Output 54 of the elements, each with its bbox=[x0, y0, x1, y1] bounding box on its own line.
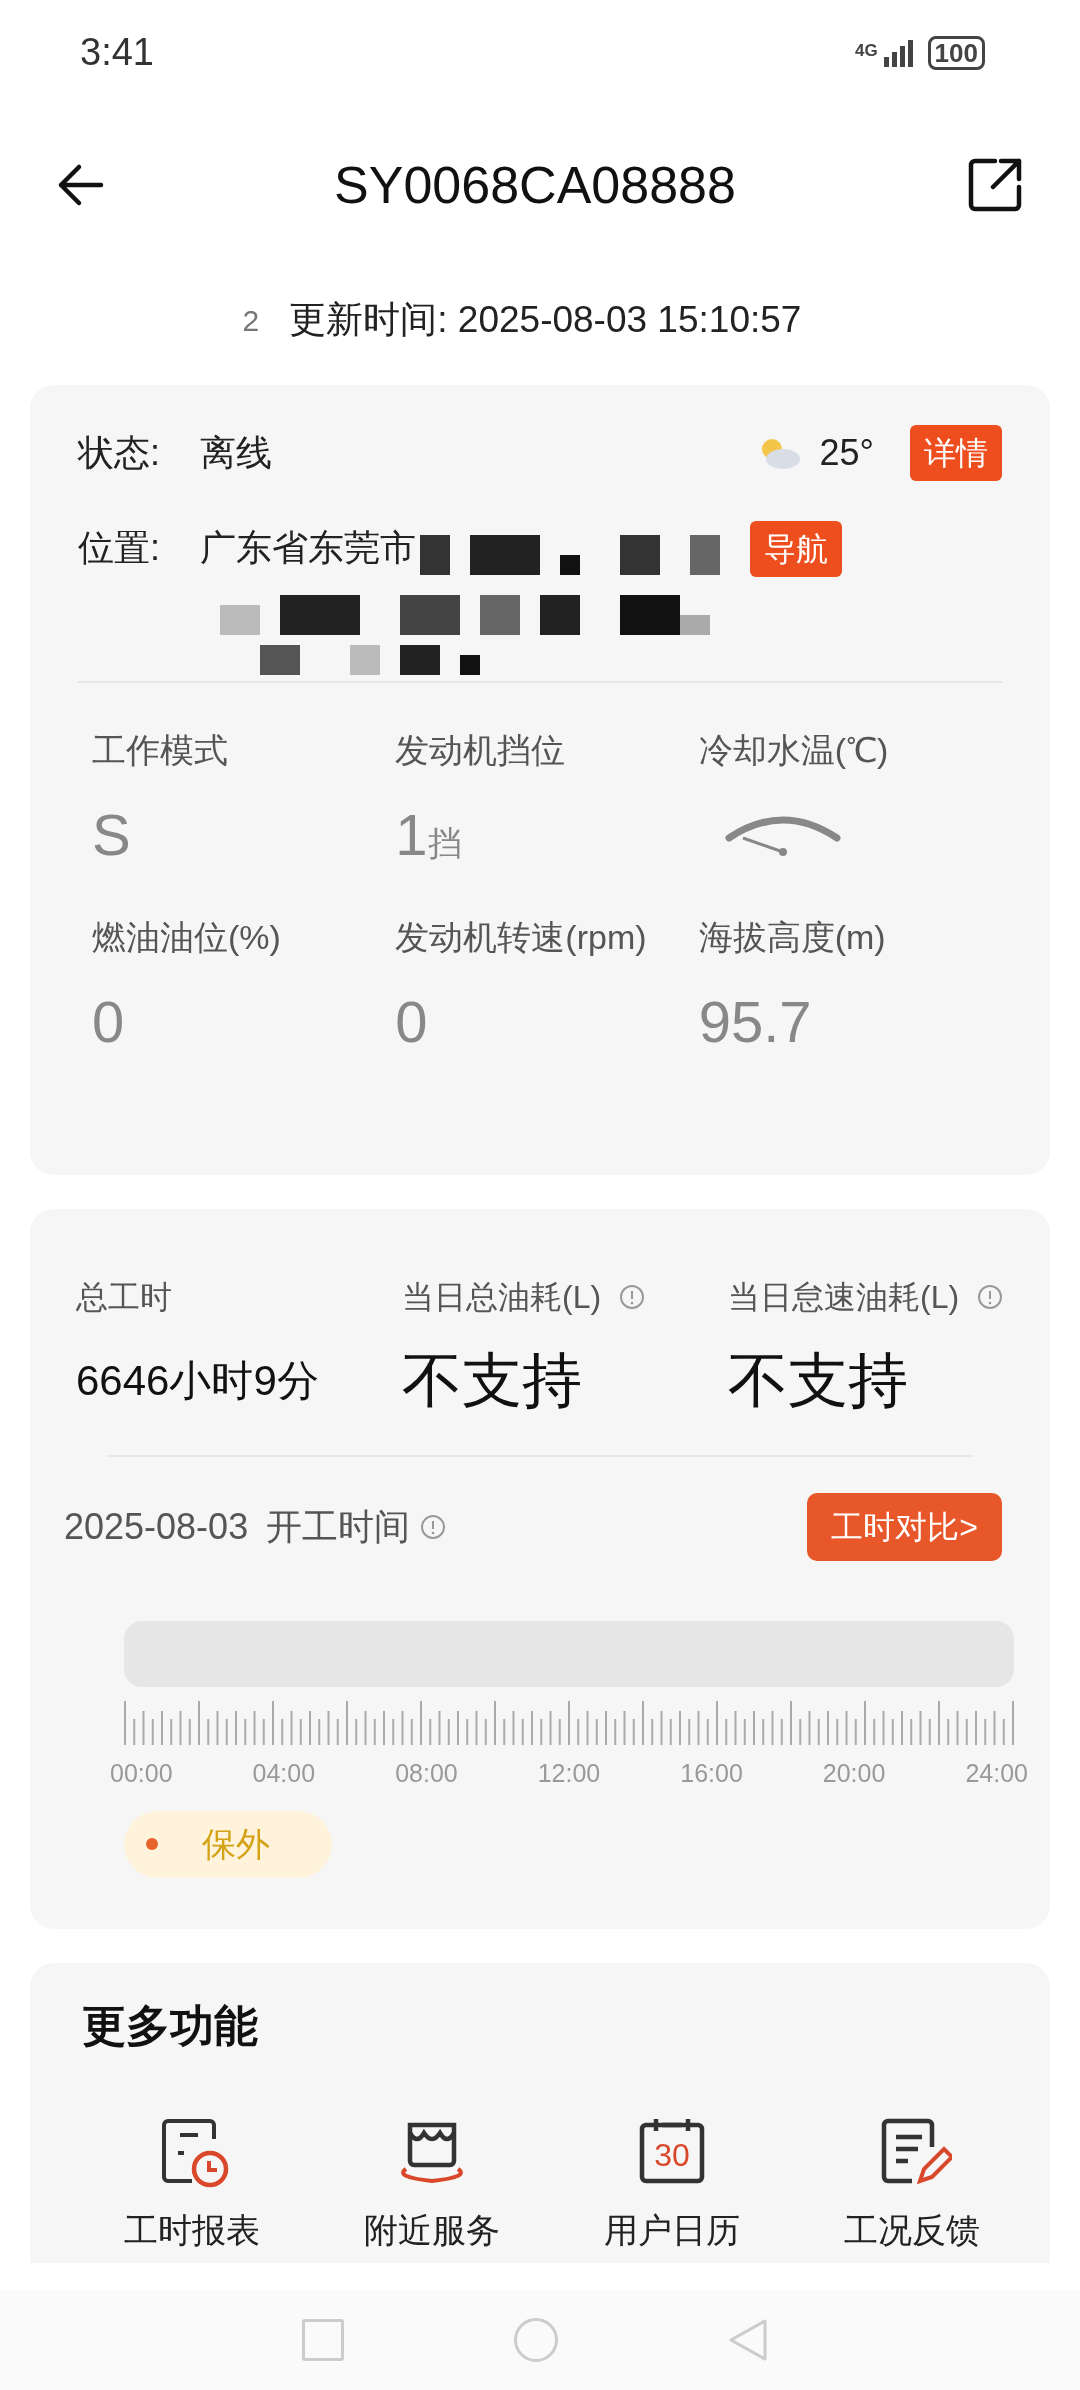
summary-value: 不支持 bbox=[402, 1351, 583, 1411]
feature-label[interactable]: 附近服务 bbox=[364, 2205, 500, 2256]
metric-label: 发动机转速(rpm) bbox=[395, 917, 648, 958]
location-label: 位置: bbox=[78, 526, 161, 570]
summary-label: 总工时 bbox=[76, 1278, 172, 1317]
axis-label: 20:00 bbox=[822, 1758, 886, 1789]
recent-apps-icon[interactable] bbox=[302, 2319, 344, 2361]
legend-label: 保外 bbox=[202, 1823, 270, 1865]
axis-label: 04:00 bbox=[252, 1758, 316, 1789]
navigate-button[interactable]: 导航 bbox=[750, 521, 842, 577]
metric-value: S bbox=[92, 802, 131, 868]
status-value: 离线 bbox=[200, 431, 273, 475]
axis-label: 08:00 bbox=[395, 1758, 458, 1789]
axis-label: 00:00 bbox=[110, 1758, 173, 1789]
clock: 3:41 bbox=[80, 30, 154, 75]
info-icon[interactable] bbox=[420, 1514, 447, 1540]
axis-label: 24:00 bbox=[965, 1758, 1028, 1789]
summary-label: 当日总油耗(L) bbox=[402, 1278, 602, 1317]
battery-indicator: 100 bbox=[927, 35, 985, 70]
metric-label: 工作模式 bbox=[92, 730, 229, 771]
work-date: 2025-08-03 bbox=[64, 1505, 249, 1549]
location-text: 广东省东莞市 bbox=[200, 526, 416, 570]
temperature: 25° bbox=[819, 431, 874, 475]
metric-value: 95.7 bbox=[698, 989, 812, 1055]
axis-label: 12:00 bbox=[537, 1758, 601, 1789]
axis-label: 16:00 bbox=[680, 1758, 743, 1789]
info-icon[interactable] bbox=[619, 1284, 646, 1310]
metric-label: 海拔高度(m) bbox=[698, 917, 887, 958]
start-time-label: 开工时间 bbox=[266, 1505, 411, 1549]
back-nav-icon[interactable] bbox=[728, 2318, 768, 2362]
network-type: 4G bbox=[854, 39, 878, 62]
metric-value: 0 bbox=[395, 989, 428, 1055]
feature-label[interactable]: 工时报表 bbox=[124, 2205, 260, 2256]
summary-label: 当日怠速油耗(L) bbox=[728, 1278, 960, 1317]
metric-value: 1 bbox=[395, 802, 428, 868]
summary-value: 6646小时9分 bbox=[76, 1356, 320, 1406]
metric-value: 0 bbox=[92, 989, 125, 1055]
device-title: SY0068CA08888 bbox=[334, 155, 736, 216]
details-button[interactable]: 详情 bbox=[910, 425, 1002, 481]
compare-button[interactable]: 工时对比> bbox=[807, 1493, 1002, 1561]
metric-unit: 挡 bbox=[427, 824, 462, 864]
signal-icon bbox=[883, 38, 914, 67]
home-icon[interactable] bbox=[514, 2318, 558, 2362]
metric-label: 燃油油位(%) bbox=[92, 917, 282, 958]
refresh-indicator: 2 bbox=[241, 302, 261, 339]
info-icon[interactable] bbox=[977, 1284, 1004, 1310]
metric-label: 发动机挡位 bbox=[395, 730, 567, 771]
summary-value: 不支持 bbox=[728, 1351, 909, 1411]
feature-label[interactable]: 用户日历 bbox=[604, 2205, 740, 2256]
metric-label: 冷却水温(℃) bbox=[698, 730, 890, 771]
update-time: 更新时间: 2025-08-03 15:10:57 bbox=[289, 298, 802, 343]
feature-label[interactable]: 工况反馈 bbox=[844, 2205, 980, 2256]
status-label: 状态: bbox=[78, 431, 161, 475]
section-title: 更多功能 bbox=[82, 2000, 259, 2052]
